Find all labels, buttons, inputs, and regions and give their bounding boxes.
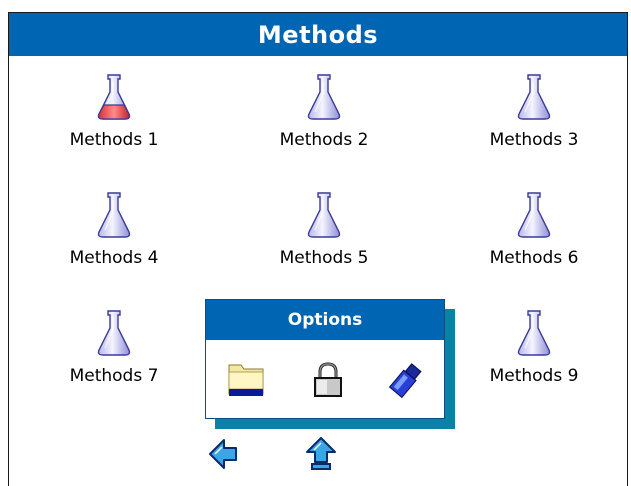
- method-tile-4[interactable]: Methods 4: [44, 190, 184, 280]
- method-label: Methods 9: [489, 366, 579, 386]
- method-label: Methods 7: [69, 366, 159, 386]
- lock-icon[interactable]: [308, 360, 348, 400]
- folder-icon[interactable]: [226, 360, 266, 400]
- method-tile-7[interactable]: Methods 7: [44, 308, 184, 398]
- method-tile-2[interactable]: Methods 2: [254, 72, 394, 162]
- method-tile-9[interactable]: Methods 9: [464, 308, 604, 398]
- flask-icon: [516, 190, 552, 240]
- method-label: Methods 6: [489, 248, 579, 268]
- method-label: Methods 1: [69, 130, 159, 150]
- method-tile-6[interactable]: Methods 6: [464, 190, 604, 280]
- flask-icon: [96, 190, 132, 240]
- options-popup: Options: [205, 299, 445, 419]
- method-label: Methods 3: [489, 130, 579, 150]
- method-tile-1[interactable]: Methods 1: [44, 72, 184, 162]
- flask-icon: [96, 308, 132, 358]
- back-arrow-icon[interactable]: [207, 436, 239, 472]
- method-tile-3[interactable]: Methods 3: [464, 72, 604, 162]
- flask-icon: [516, 308, 552, 358]
- flask-filled-icon: [96, 72, 132, 122]
- up-arrow-icon[interactable]: [305, 436, 337, 472]
- method-label: Methods 4: [69, 248, 159, 268]
- flask-icon: [306, 190, 342, 240]
- window-title: Methods: [9, 13, 627, 56]
- method-label: Methods 2: [279, 130, 369, 150]
- usb-drive-icon[interactable]: [386, 360, 426, 400]
- options-title: Options: [206, 300, 444, 340]
- flask-icon: [306, 72, 342, 122]
- method-tile-5[interactable]: Methods 5: [254, 190, 394, 280]
- method-label: Methods 5: [279, 248, 369, 268]
- flask-icon: [516, 72, 552, 122]
